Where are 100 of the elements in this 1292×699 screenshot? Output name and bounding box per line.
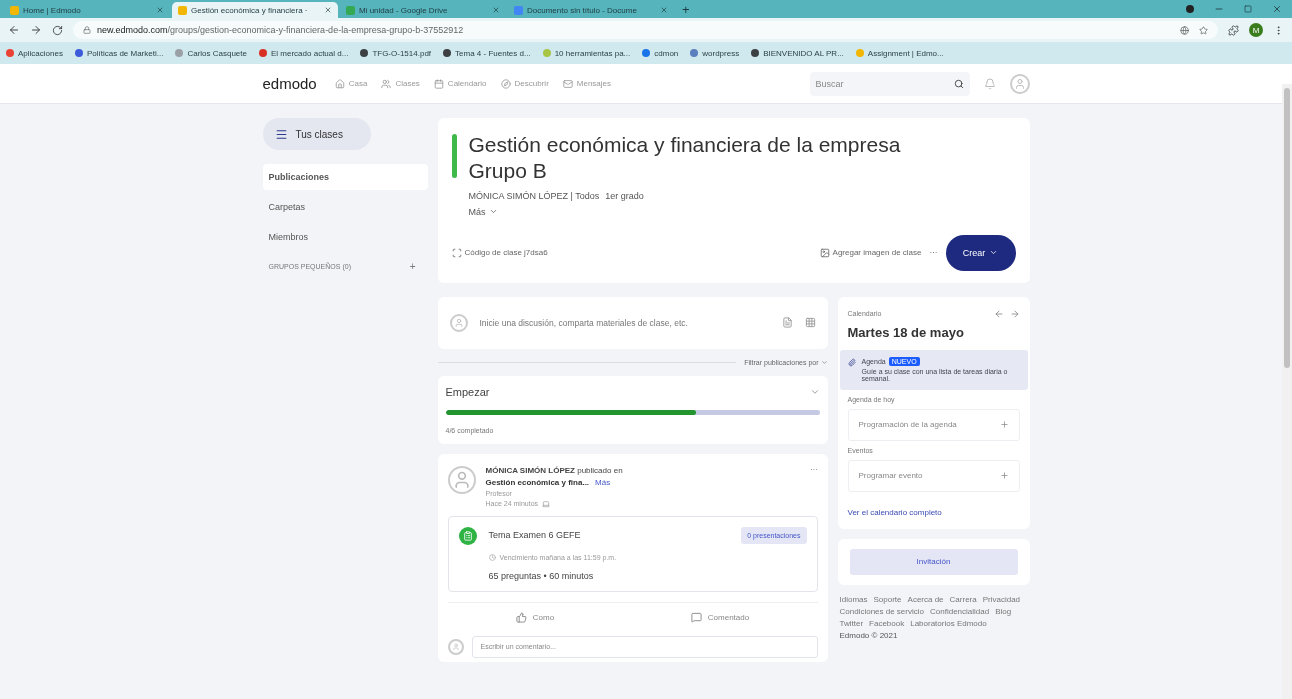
footer-link[interactable]: Privacidad [982,594,1021,604]
more-link[interactable]: Más [595,477,611,487]
compass-icon [500,78,511,89]
footer-link[interactable]: Blog [995,606,1012,616]
invite-button[interactable]: Invitación [849,548,1018,575]
bookmark[interactable]: Assignment | Edmo... [855,48,944,58]
thumbs-up-icon [515,611,527,623]
speech-bubble-icon [690,611,702,623]
calendar-icon [433,78,444,89]
create-button[interactable]: Crear [945,234,1016,271]
footer-link[interactable]: Acerca de [907,594,944,604]
footer-link[interactable]: Condiciones de servicio [839,606,924,616]
footer-link[interactable]: Facebook [869,618,905,628]
scrollbar[interactable] [1282,84,1292,699]
class-code-link[interactable]: Código de clase j7dsa6 [451,247,548,258]
sidebar-item[interactable]: Miembros [262,224,428,250]
nav-link[interactable]: Mensajes [562,78,612,89]
address-bar[interactable]: new.edmodo.com/groups/gestion-economica-y-financiera-de-la-empresa-grupo-b-37552912 [73,21,1218,39]
translate-icon[interactable] [1180,25,1189,35]
puzzle-icon[interactable] [1228,24,1239,36]
bell-icon[interactable] [983,77,996,90]
back-icon[interactable] [8,24,20,36]
profile-avatar[interactable]: M [1249,23,1263,37]
post-action[interactable]: Como [509,610,561,624]
class-title: Gestión económica y financiera de la empresa Grupo B [468,132,902,185]
star-icon[interactable] [1199,25,1208,35]
search-icon [953,78,964,89]
plus-icon [999,420,1009,429]
sidebar-item[interactable]: Publicaciones [262,164,428,190]
more-link[interactable]: Más [468,206,498,217]
post-composer-field[interactable]: Inicie una discusión, comparta materiales de clase, etc. [479,317,770,328]
browser-tab[interactable]: Home | Edmodo [4,2,170,18]
reload-icon[interactable] [52,24,63,36]
bookmark[interactable]: Tema 4 - Fuentes d... [443,48,531,58]
browser-tab[interactable]: Mi unidad - Google Drive [340,2,506,18]
post-headline: MÓNICA SIMÓN LÓPEZ publicado en [485,465,624,475]
calendar-date: Martes 18 de mayo [847,324,965,340]
browser-tab[interactable]: Gestión económica y financiera · [172,2,338,18]
bookmark[interactable]: cdmon [642,48,679,58]
clock-icon [488,553,496,561]
class-owner: MÓNICA SIMÓN LÓPEZ | Todos [468,190,600,201]
close-icon[interactable] [660,6,668,14]
bookmark[interactable]: wordpress [690,48,740,58]
footer-link[interactable]: Laboratorios Edmodo [910,618,987,628]
bookmark[interactable]: BIENVENIDO AL PR... [751,48,844,58]
search-field[interactable]: Buscar [809,71,970,96]
scan-icon [451,247,462,258]
footer-link[interactable]: Soporte [873,594,902,604]
grid-icon[interactable] [804,317,816,328]
previous-icon[interactable] [993,308,1004,319]
nav-link[interactable]: Calendario [433,78,487,89]
mail-icon [562,78,573,89]
event-field[interactable]: Programar evento [847,459,1020,492]
maximize-icon[interactable] [1244,5,1252,13]
bookmark[interactable]: El mercado actual d... [259,48,349,58]
options-button[interactable]: ··· [929,248,938,257]
calendar-link[interactable]: Ver el calendario completo [847,507,1020,517]
post-group: Gestión económica y fina... [485,477,590,487]
bookmark[interactable]: Aplicaciones [6,48,63,58]
classes-button[interactable]: Tus clases [262,118,371,150]
footer-link[interactable]: Confidencialidad [930,606,990,616]
chevron-down-icon [488,207,498,216]
close-icon[interactable] [324,6,332,14]
footer-link[interactable]: Carrera [949,594,977,604]
device-icon [542,499,551,508]
close-icon[interactable] [492,6,500,14]
lock-icon [83,26,91,34]
bookmark[interactable]: TFG-O-1514.pdf [360,48,432,58]
image-icon [819,247,830,258]
next-icon[interactable] [1009,308,1020,319]
close-icon[interactable] [156,6,164,14]
quiz-stats: 65 preguntas • 60 minutos [488,570,595,581]
chevron-down-icon [989,248,999,257]
agenda-field[interactable]: Programación de la agenda [847,408,1020,441]
copyright: Edmodo © 2021 [839,630,899,640]
footer-link[interactable]: Twitter [839,618,864,628]
nav-link[interactable]: Clases [381,78,420,89]
footer-link[interactable]: Idiomas [839,594,868,604]
bookmark[interactable]: Carlos Casquete [175,48,247,58]
nav-link[interactable]: Casa [334,78,368,89]
close-icon[interactable] [1272,4,1282,14]
nav-link[interactable]: Descubrir [500,78,549,89]
post-action[interactable]: Comentado [684,610,756,624]
add-group-button[interactable]: + [409,260,416,272]
logo[interactable]: edmodo [262,75,317,92]
chevron-down-icon [820,358,828,366]
forward-icon[interactable] [30,24,42,36]
document-icon[interactable] [781,317,793,328]
menu-icon [274,127,288,141]
avatar-icon [1009,73,1030,94]
add-image-link[interactable]: Agregar imagen de clase [819,247,922,258]
bookmark[interactable]: Políticas de Marketi... [74,48,164,58]
new-tab-button[interactable]: + [676,1,690,17]
record-icon [1186,5,1194,13]
avatar-icon [447,638,464,655]
browser-tab[interactable]: Documento sin título - Docume [508,2,674,18]
accent-bar [451,134,457,178]
sidebar-item[interactable]: Carpetas [262,194,428,220]
bookmark[interactable]: 10 herramientas pa... [542,48,631,58]
class-grade: 1er grado [605,190,644,201]
